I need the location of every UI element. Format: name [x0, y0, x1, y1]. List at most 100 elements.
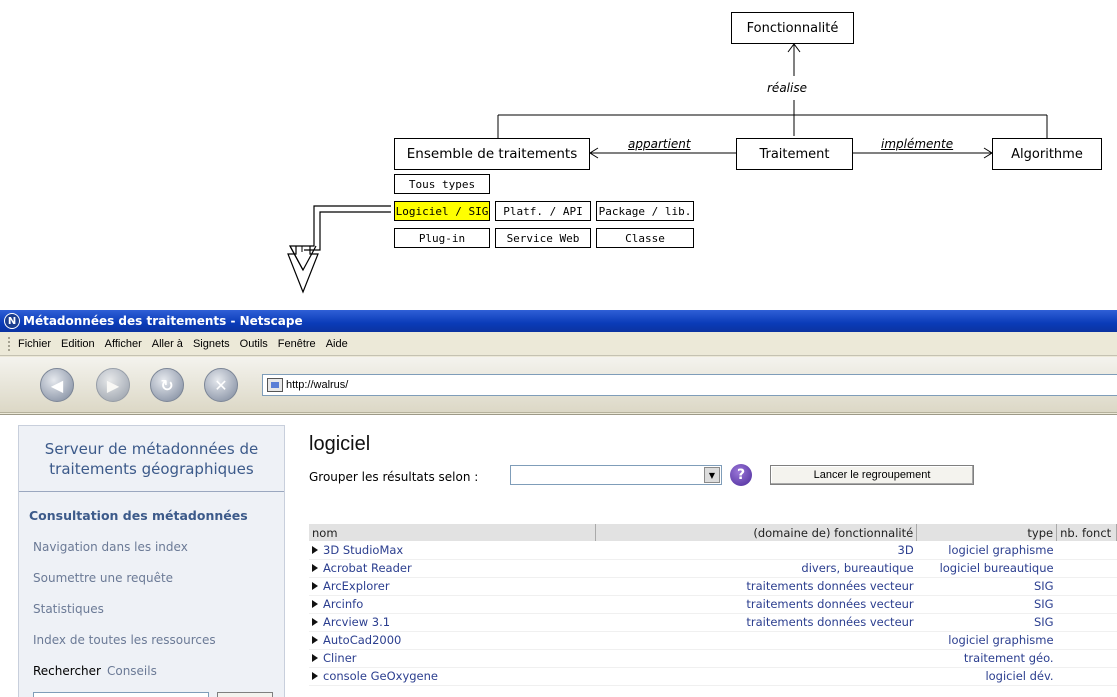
row-name[interactable]: AutoCad2000: [323, 633, 401, 647]
row-nb: [1056, 631, 1117, 650]
type-plug-in: Plug-in: [394, 228, 490, 248]
row-type[interactable]: SIG: [916, 595, 1057, 614]
menu-outils[interactable]: Outils: [240, 338, 268, 350]
expand-arrow-icon[interactable]: [312, 564, 318, 572]
row-nb: [1056, 613, 1117, 632]
row-domain[interactable]: [595, 649, 917, 668]
menu-afficher[interactable]: Afficher: [105, 338, 142, 350]
type-platf-api: Platf. / API: [495, 201, 591, 221]
expand-arrow-icon[interactable]: [312, 545, 318, 554]
table-row[interactable]: Arcinfo traitements données vecteur SIG: [309, 595, 1117, 614]
row-name[interactable]: Arcview 3.1: [323, 615, 390, 629]
row-name[interactable]: ArcExplorer: [323, 579, 390, 593]
row-type[interactable]: traitement géo.: [916, 649, 1057, 668]
row-domain[interactable]: [595, 667, 917, 686]
search-input[interactable]: [33, 692, 209, 697]
fonctionnalite-box: Fonctionnalité: [731, 12, 854, 44]
page-title: logiciel: [309, 433, 371, 455]
row-name-cell[interactable]: ArcExplorer: [309, 577, 596, 596]
search-go-button[interactable]: [217, 692, 273, 697]
table-row[interactable]: ArcExplorer traitements données vecteur …: [309, 577, 1117, 596]
group-label: Grouper les résultats selon :: [309, 470, 479, 484]
table-row[interactable]: Cliner traitement géo.: [309, 649, 1117, 668]
row-type[interactable]: SIG: [916, 613, 1057, 632]
expand-arrow-icon[interactable]: [312, 600, 318, 608]
row-domain[interactable]: [595, 631, 917, 650]
type-label: Service Web: [506, 231, 580, 245]
row-name-cell[interactable]: AutoCad2000: [309, 631, 596, 650]
url-bar[interactable]: http://walrus/: [262, 374, 1117, 396]
row-domain[interactable]: divers, bureautique: [595, 559, 917, 578]
expand-arrow-icon[interactable]: [312, 618, 318, 626]
row-name[interactable]: Arcinfo: [323, 597, 363, 611]
row-name[interactable]: Acrobat Reader: [323, 561, 412, 575]
traitement-label: Traitement: [759, 146, 830, 162]
header-domaine[interactable]: (domaine de) fonctionnalité: [595, 524, 918, 541]
table-row[interactable]: AutoCad2000 logiciel graphisme: [309, 631, 1117, 650]
row-type[interactable]: logiciel graphisme: [916, 541, 1057, 560]
menu-signets[interactable]: Signets: [193, 338, 230, 350]
forward-button[interactable]: ▶: [96, 368, 130, 402]
table-row[interactable]: Arcview 3.1 traitements données vecteur …: [309, 613, 1117, 632]
algorithme-box: Algorithme: [992, 138, 1102, 170]
menu-fichier[interactable]: Fichier: [18, 338, 51, 350]
menu-fenetre[interactable]: Fenêtre: [278, 338, 316, 350]
sidebar-link-index[interactable]: Index de toutes les ressources: [19, 624, 284, 655]
row-type[interactable]: logiciel dév.: [916, 667, 1057, 686]
stop-button[interactable]: ✕: [204, 368, 238, 402]
window-title: Métadonnées des traitements - Netscape: [23, 314, 303, 328]
row-name-cell[interactable]: 3D StudioMax: [309, 541, 596, 560]
page-content: Serveur de métadonnées de traitements gé…: [0, 414, 1117, 697]
conseils-link[interactable]: Conseils: [107, 664, 157, 678]
expand-arrow-icon[interactable]: [312, 582, 318, 590]
back-arrow-icon: ◀: [50, 375, 64, 395]
type-label: Plug-in: [418, 231, 466, 245]
ensemble-label: Ensemble de traitements: [406, 146, 578, 162]
row-domain[interactable]: traitements données vecteur: [595, 595, 917, 614]
row-type[interactable]: logiciel bureautique: [916, 559, 1057, 578]
header-type[interactable]: type: [916, 524, 1058, 541]
help-icon[interactable]: ?: [730, 464, 752, 486]
row-name[interactable]: console GeOxygene: [323, 669, 438, 683]
type-label: Classe: [625, 231, 665, 245]
table-row[interactable]: 3D StudioMax 3D logiciel graphisme: [309, 541, 1117, 560]
expand-arrow-icon[interactable]: [312, 654, 318, 662]
ensemble-box: Ensemble de traitements: [394, 138, 590, 170]
row-name[interactable]: 3D StudioMax: [323, 543, 403, 557]
browser-window: N Métadonnées des traitements - Netscape…: [0, 310, 1117, 697]
row-nb: [1056, 541, 1117, 560]
row-domain[interactable]: traitements données vecteur: [595, 577, 917, 596]
reload-button[interactable]: ↻: [150, 368, 184, 402]
sidebar-link-requete[interactable]: Soumettre une requête: [19, 562, 284, 593]
type-classe: Classe: [596, 228, 694, 248]
row-domain[interactable]: 3D: [595, 541, 917, 560]
row-domain[interactable]: traitements données vecteur: [595, 613, 917, 632]
table-row[interactable]: Acrobat Reader divers, bureautique logic…: [309, 559, 1117, 578]
header-nb-fonct[interactable]: nb. fonct: [1056, 524, 1117, 541]
expand-arrow-icon[interactable]: [312, 672, 318, 680]
row-name[interactable]: Cliner: [323, 651, 357, 665]
url-text: http://walrus/: [286, 379, 349, 391]
row-name-cell[interactable]: console GeOxygene: [309, 667, 596, 686]
row-type[interactable]: logiciel graphisme: [916, 631, 1057, 650]
chevron-down-icon[interactable]: ▼: [704, 467, 720, 483]
menu-edition[interactable]: Edition: [61, 338, 95, 350]
row-name-cell[interactable]: Acrobat Reader: [309, 559, 596, 578]
expand-arrow-icon[interactable]: [312, 636, 318, 644]
back-button[interactable]: ◀: [40, 368, 74, 402]
row-name-cell[interactable]: Arcview 3.1: [309, 613, 596, 632]
sidebar-link-navigation[interactable]: Navigation dans les index: [19, 531, 284, 562]
table-header-row: nom (domaine de) fonctionnalité type nb.…: [309, 524, 1117, 541]
row-name-cell[interactable]: Cliner: [309, 649, 596, 668]
header-nom[interactable]: nom: [309, 524, 596, 541]
row-name-cell[interactable]: Arcinfo: [309, 595, 596, 614]
row-type[interactable]: SIG: [916, 577, 1057, 596]
sidebar-section-title: Consultation des métadonnées: [29, 508, 248, 523]
sidebar-link-statistiques[interactable]: Statistiques: [19, 593, 284, 624]
regroup-button[interactable]: Lancer le regroupement: [770, 465, 974, 485]
group-select[interactable]: ▼: [510, 465, 722, 485]
menu-aide[interactable]: Aide: [326, 338, 348, 350]
table-row[interactable]: console GeOxygene logiciel dév.: [309, 667, 1117, 686]
menu-aller[interactable]: Aller à: [152, 338, 183, 350]
sidebar-heading: Serveur de métadonnées de traitements gé…: [19, 426, 284, 492]
